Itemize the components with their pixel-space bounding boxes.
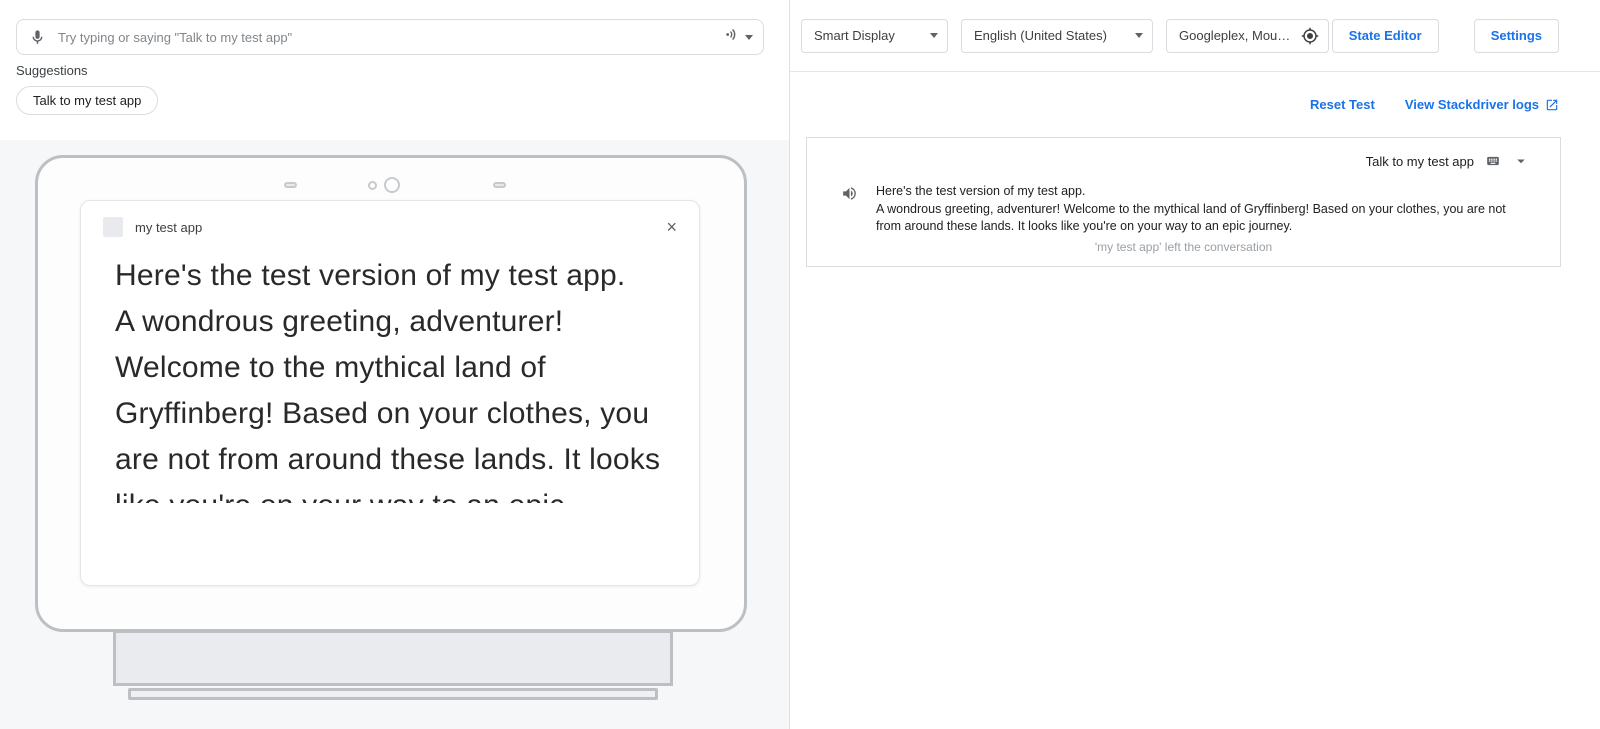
query-input-bar <box>16 19 764 55</box>
suggestions-label: Suggestions <box>16 63 88 78</box>
device-base <box>128 688 658 700</box>
settings-button[interactable]: Settings <box>1474 19 1559 53</box>
chevron-down-icon <box>1135 33 1143 38</box>
audio-settings-icon <box>722 26 739 48</box>
state-editor-button[interactable]: State Editor <box>1332 19 1439 53</box>
conversation-status: 'my test app' left the conversation <box>823 240 1544 254</box>
language-select-value: English (United States) <box>974 28 1107 43</box>
chevron-down-icon <box>745 35 753 40</box>
left-panel: Suggestions Talk to my test app my test … <box>0 0 789 729</box>
chevron-down-icon[interactable] <box>1512 152 1530 170</box>
toolbar: Smart Display English (United States) Go… <box>790 0 1600 72</box>
device-response-line1: Here's the test version of my test app. <box>115 253 665 299</box>
view-logs-label: View Stackdriver logs <box>1405 97 1539 112</box>
bot-response-rest: A wondrous greeting, adventurer! Welcome… <box>876 201 1531 236</box>
reset-test-link[interactable]: Reset Test <box>1310 97 1375 112</box>
simulator-app: Suggestions Talk to my test app my test … <box>0 0 1600 729</box>
camera-dot-icon <box>368 181 377 190</box>
user-query-text: Talk to my test app <box>1366 154 1474 169</box>
mic-icon[interactable] <box>29 29 46 46</box>
device-screen-header: my test app × <box>81 201 699 245</box>
sensor-pill-icon <box>493 182 506 188</box>
device-preview-area: my test app × Here's the test version of… <box>0 140 789 729</box>
suggestion-chip[interactable]: Talk to my test app <box>16 86 158 115</box>
my-location-icon[interactable] <box>1301 27 1319 45</box>
surface-select-value: Smart Display <box>814 28 895 43</box>
right-panel: Smart Display English (United States) Go… <box>789 0 1600 729</box>
app-icon <box>103 217 123 237</box>
bot-turn-row: Here's the test version of my test app. … <box>823 183 1544 236</box>
device-app-name: my test app <box>135 220 666 235</box>
input-mode-dropdown[interactable] <box>722 26 753 48</box>
query-input[interactable] <box>56 29 722 46</box>
device-response-rest: A wondrous greeting, adventurer! Welcome… <box>115 299 665 503</box>
sensor-pill-icon <box>284 182 297 188</box>
device-response-text: Here's the test version of my test app. … <box>81 245 699 503</box>
user-turn-row[interactable]: Talk to my test app <box>823 152 1544 170</box>
device-screen: my test app × Here's the test version of… <box>80 200 700 586</box>
bot-response-line1: Here's the test version of my test app. <box>876 183 1531 201</box>
location-field[interactable]: Googleplex, Mountain ... <box>1166 19 1329 53</box>
language-select[interactable]: English (United States) <box>961 19 1153 53</box>
keyboard-icon <box>1484 154 1502 168</box>
smart-display-frame: my test app × Here's the test version of… <box>35 155 747 632</box>
speaker-icon[interactable] <box>841 183 858 236</box>
test-links-row: Reset Test View Stackdriver logs <box>790 72 1600 137</box>
external-link-icon <box>1545 98 1559 112</box>
surface-select[interactable]: Smart Display <box>801 19 948 53</box>
location-value: Googleplex, Mountain ... <box>1179 28 1295 43</box>
device-stand <box>113 630 673 686</box>
camera-lens-icon <box>384 177 400 193</box>
view-stackdriver-logs-link[interactable]: View Stackdriver logs <box>1405 97 1559 112</box>
close-icon[interactable]: × <box>666 218 677 236</box>
chevron-down-icon <box>930 33 938 38</box>
conversation-card: Talk to my test app Here's the test vers… <box>806 137 1561 267</box>
bot-response-text: Here's the test version of my test app. … <box>876 183 1531 236</box>
